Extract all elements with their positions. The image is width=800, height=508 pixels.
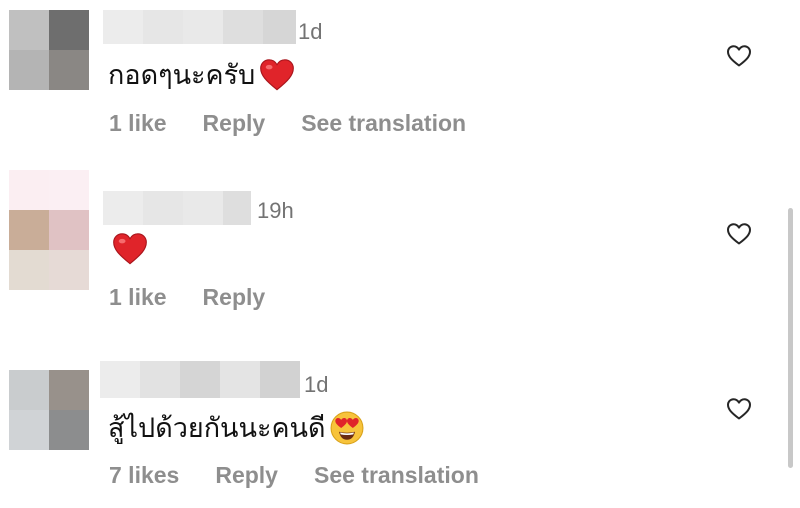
- red-heart-emoji-icon: [260, 59, 295, 91]
- avatar[interactable]: [9, 170, 89, 250]
- likes-count-button[interactable]: 1 like: [109, 284, 167, 311]
- comment-actions: 7 likes Reply See translation: [109, 462, 479, 489]
- red-heart-emoji-icon: [113, 233, 147, 265]
- heart-outline-icon[interactable]: [726, 44, 752, 68]
- timestamp: 1d: [304, 372, 329, 397]
- reply-button[interactable]: Reply: [203, 284, 266, 311]
- likes-count-button[interactable]: 1 like: [109, 110, 167, 137]
- username-blurred[interactable]: [100, 361, 300, 398]
- avatar-lower: [9, 250, 89, 330]
- comment-actions: 1 like Reply See translation: [109, 110, 466, 137]
- comment-text: กอดๆนะครับ: [108, 57, 295, 93]
- heart-eyes-emoji-icon: [330, 411, 363, 445]
- username-blurred[interactable]: [103, 10, 296, 44]
- heart-outline-icon[interactable]: [726, 222, 752, 246]
- avatar[interactable]: [9, 370, 89, 450]
- comment-text: [108, 232, 148, 266]
- comment-text: สู้ไปด้วยกันนะคนดี: [108, 410, 364, 446]
- comment-actions: 1 like Reply: [109, 284, 265, 311]
- scrollbar[interactable]: [788, 208, 793, 468]
- heart-outline-icon[interactable]: [726, 397, 752, 421]
- likes-count-button[interactable]: 7 likes: [109, 462, 179, 489]
- reply-button[interactable]: Reply: [203, 110, 266, 137]
- avatar[interactable]: [9, 10, 89, 90]
- comment-text-content: สู้ไปด้วยกันนะคนดี: [108, 413, 326, 443]
- timestamp: 1d: [298, 19, 323, 44]
- timestamp: 19h: [257, 198, 294, 223]
- see-translation-button[interactable]: See translation: [301, 110, 466, 137]
- reply-button[interactable]: Reply: [215, 462, 278, 489]
- username-blurred[interactable]: [103, 191, 251, 225]
- see-translation-button[interactable]: See translation: [314, 462, 479, 489]
- comment-text-content: กอดๆนะครับ: [108, 60, 256, 90]
